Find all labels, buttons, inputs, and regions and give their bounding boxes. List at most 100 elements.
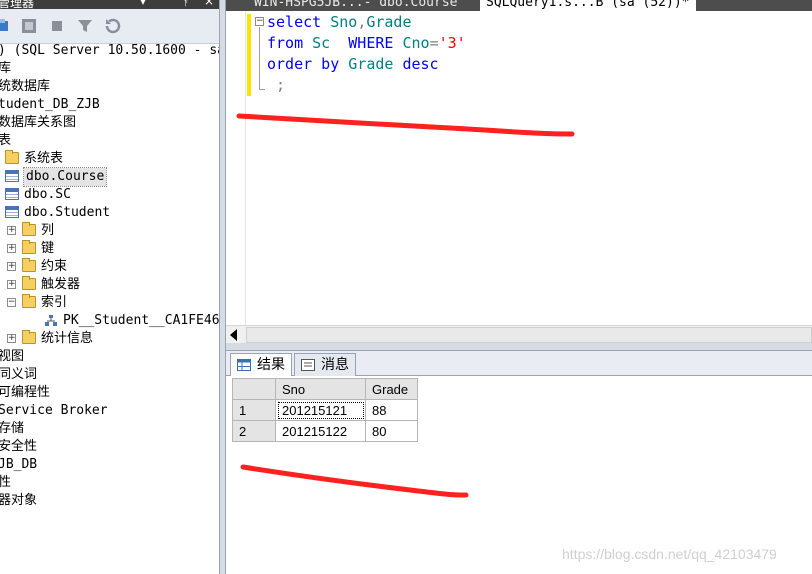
tree-node-label: 索引 xyxy=(41,295,68,310)
stop-icon[interactable] xyxy=(48,17,66,35)
folder-icon xyxy=(22,258,36,272)
tree-node-label: 键 xyxy=(41,241,55,256)
table-icon xyxy=(5,206,19,218)
code-line[interactable]: from Sc WHERE Cno='3' xyxy=(267,33,466,54)
close-icon[interactable]: × xyxy=(204,0,214,8)
outline-line xyxy=(259,27,260,89)
object-explorer-title: 管理器 xyxy=(0,0,35,9)
code-token: from xyxy=(267,34,313,52)
code-token: Sno xyxy=(330,13,358,31)
refresh-icon[interactable] xyxy=(104,17,122,35)
scroll-thumb[interactable] xyxy=(246,327,812,343)
query-editor[interactable]: − select Sno,Grade from Sc WHERE Cno='3' o… xyxy=(226,11,812,325)
table-icon xyxy=(5,188,19,200)
table-row[interactable]: 2 201215122 80 xyxy=(232,420,418,442)
expand-icon[interactable]: + xyxy=(7,280,16,289)
tree-node-label: 约束 xyxy=(41,259,68,274)
folder-icon xyxy=(22,330,36,344)
tree-node-label: Service Broker xyxy=(0,403,108,418)
code-token: , xyxy=(357,13,367,31)
dropdown-icon[interactable]: ▾ xyxy=(140,0,146,8)
code-token: = xyxy=(429,34,439,52)
tab-results[interactable]: 结果 xyxy=(230,353,292,376)
row-number[interactable]: 2 xyxy=(232,420,276,442)
expand-icon[interactable]: + xyxy=(7,334,16,343)
folder-icon xyxy=(5,150,19,164)
results-pane: Sno Grade 1 201215121 88 2 201215122 80 xyxy=(226,376,812,574)
tree-node-label: 库 xyxy=(0,61,12,76)
code-line[interactable]: order by Grade desc xyxy=(267,54,439,75)
tree-node-label: dbo.Student xyxy=(24,205,111,220)
expand-icon[interactable]: + xyxy=(7,244,16,253)
horizontal-scrollbar[interactable] xyxy=(226,325,812,343)
document-tabs: WIN-HSPG5JB...- dbo.Course SQLQuery1.s..… xyxy=(226,0,812,11)
disconnect-icon[interactable] xyxy=(20,17,38,35)
column-header-sno[interactable]: Sno xyxy=(275,378,366,400)
code-token: WHERE xyxy=(348,34,403,52)
index-icon xyxy=(44,314,58,326)
collapse-icon[interactable]: − xyxy=(255,17,264,26)
code-token: desc xyxy=(402,55,439,73)
tree-node-label: ) (SQL Server 10.50.1600 - sa) xyxy=(0,43,219,58)
change-marker xyxy=(247,14,251,96)
code-token: Grade xyxy=(348,55,403,73)
tree-node-label: dbo.SC xyxy=(24,187,71,202)
code-token: select xyxy=(267,13,331,31)
filter-icon[interactable] xyxy=(76,17,94,35)
expand-icon[interactable]: + xyxy=(7,262,16,271)
cell-grade[interactable]: 88 xyxy=(365,399,418,421)
code-line[interactable]: select Sno,Grade xyxy=(267,12,412,33)
grid-header-row: Sno Grade xyxy=(232,378,418,400)
folder-icon xyxy=(22,294,36,308)
results-tabs: 结果 消息 xyxy=(226,351,812,376)
tab-sqlquery1[interactable]: SQLQuery1.s...B (sa (52))* xyxy=(480,0,696,11)
tree-node-label: PK__Student__CA1FE464 xyxy=(63,313,219,328)
watermark: https://blog.csdn.net/qq_42103479 xyxy=(562,546,777,562)
tree-node-label: 数据库关系图 xyxy=(0,115,77,130)
connect-icon[interactable] xyxy=(0,17,12,35)
tree-node-label: 安全性 xyxy=(0,439,38,454)
column-header-grade[interactable]: Grade xyxy=(365,378,418,400)
outline-end xyxy=(259,89,265,90)
tree-node-label: 列 xyxy=(41,223,55,238)
grid-icon xyxy=(237,359,251,371)
tree-node-label: 存储 xyxy=(0,421,25,436)
tree-node-label: 表 xyxy=(0,133,12,148)
object-explorer-toolbar xyxy=(0,9,219,44)
code-token: order by xyxy=(267,55,349,73)
folder-icon xyxy=(22,222,36,236)
tree-node-label: JB_DB xyxy=(0,457,38,472)
tab-results-label: 结果 xyxy=(257,357,285,373)
results-grid[interactable]: Sno Grade 1 201215121 88 2 201215122 80 xyxy=(232,378,418,442)
scroll-left-icon[interactable] xyxy=(230,329,237,341)
panel-splitter[interactable] xyxy=(219,0,226,574)
tree-node-label: 系统表 xyxy=(24,151,64,166)
cell-grade[interactable]: 80 xyxy=(365,420,418,442)
tab-messages-label: 消息 xyxy=(321,357,349,373)
tab-messages[interactable]: 消息 xyxy=(294,353,356,376)
row-number[interactable]: 1 xyxy=(232,399,276,421)
table-icon xyxy=(5,170,19,182)
code-line[interactable]: ; xyxy=(267,75,285,96)
tree-node-label: 同义词 xyxy=(0,367,38,382)
tree-node-label: 视图 xyxy=(0,349,25,364)
grid-corner[interactable] xyxy=(232,378,276,400)
collapse-icon[interactable]: − xyxy=(7,298,16,307)
message-icon xyxy=(301,359,315,371)
table-row[interactable]: 1 201215121 88 xyxy=(232,399,418,421)
tree-node-label: 统数据库 xyxy=(0,79,51,94)
object-explorer: 管理器 ▾ ᚬ × ) (SQL Server 10.50.1600 - sa)… xyxy=(0,0,219,574)
results-splitter[interactable] xyxy=(226,343,812,351)
cell-sno[interactable]: 201215121 xyxy=(275,399,366,421)
cell-sno[interactable]: 201215122 xyxy=(275,420,366,442)
tab-dbo-course[interactable]: WIN-HSPG5JB...- dbo.Course xyxy=(248,0,464,11)
code-token: ; xyxy=(267,76,286,94)
pin-icon[interactable]: ᚬ xyxy=(182,0,189,8)
tree-node-label: 统计信息 xyxy=(41,331,94,346)
folder-icon xyxy=(22,240,36,254)
code-token: Cno xyxy=(402,34,430,52)
tree-node-label: 可编程性 xyxy=(0,385,51,400)
expand-icon[interactable]: + xyxy=(7,226,16,235)
tree-node-label: 器对象 xyxy=(0,493,38,508)
tree-node-label: tudent_DB_ZJB xyxy=(0,97,100,112)
